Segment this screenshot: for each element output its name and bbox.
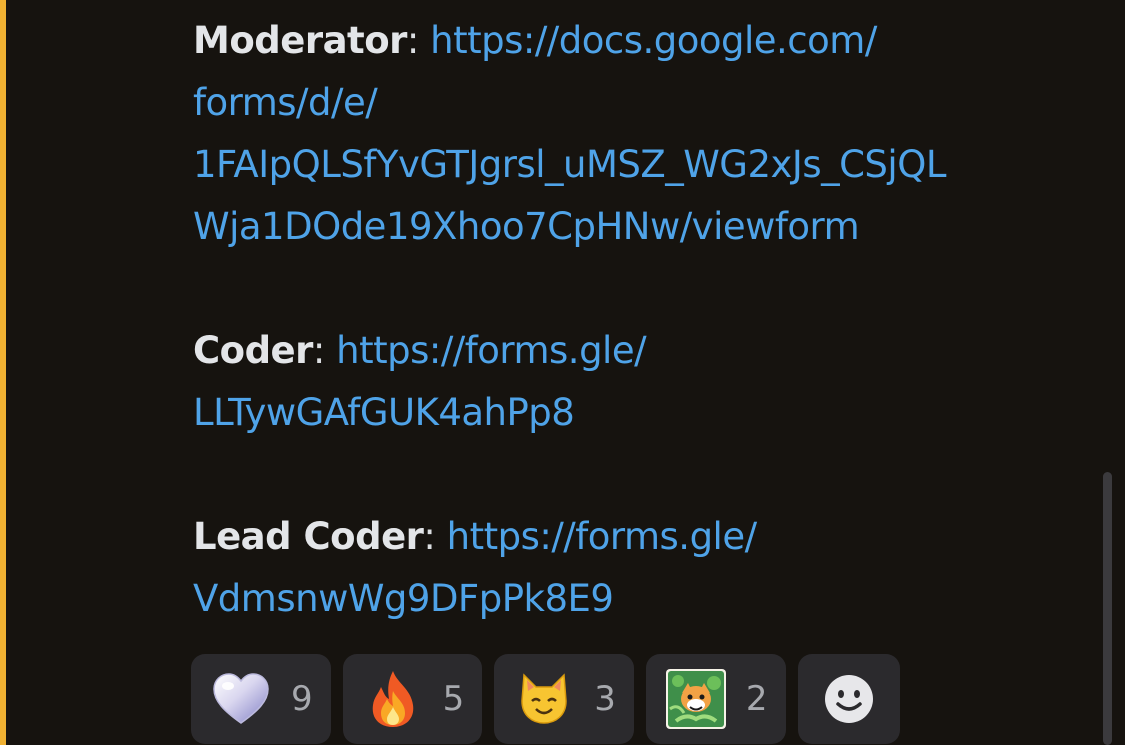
entry-label: Moderator bbox=[193, 19, 407, 62]
link-text-line: 1FAIpQLSfYvGTJgrsl_uMSZ_WG2xJs_CSjQL bbox=[193, 143, 946, 186]
cat-face-icon bbox=[514, 669, 574, 729]
reaction-bar: 9 5 3 2 bbox=[191, 654, 900, 744]
entry-label: Lead Coder bbox=[193, 515, 424, 558]
message-content: Moderator: https://docs.google.com/forms… bbox=[193, 10, 1093, 692]
link-text-line: forms/d/e/ bbox=[193, 81, 378, 124]
custom-emoji-icon bbox=[665, 669, 726, 729]
reaction-count: 5 bbox=[442, 679, 465, 719]
reaction-custom-emoji[interactable]: 2 bbox=[645, 654, 786, 744]
message-entry-lead-coder: Lead Coder: https://forms.gle/VdmsnwWg9D… bbox=[193, 506, 1093, 630]
link-text-line: https://forms.gle/ bbox=[446, 515, 757, 558]
reaction-cat[interactable]: 3 bbox=[494, 654, 634, 744]
link-text-line: Wja1DOde19Xhoo7CpHNw/viewform bbox=[193, 205, 860, 248]
link-text-line: LLTywGAfGUK4ahPp8 bbox=[193, 391, 575, 434]
reaction-heart[interactable]: 9 bbox=[191, 654, 331, 744]
reaction-fire[interactable]: 5 bbox=[342, 654, 483, 744]
reaction-count: 9 bbox=[291, 679, 313, 719]
mention-highlight-bar bbox=[0, 0, 6, 745]
link-text-line: https://forms.gle/ bbox=[336, 329, 647, 372]
reaction-count: 3 bbox=[594, 679, 616, 719]
smiley-add-reaction-icon bbox=[819, 669, 879, 729]
add-reaction-button[interactable] bbox=[797, 654, 900, 744]
link-text-line: VdmsnwWg9DFpPk8E9 bbox=[193, 577, 614, 620]
fire-icon bbox=[363, 669, 423, 729]
entry-separator: : bbox=[406, 19, 431, 62]
entry-label: Coder bbox=[193, 329, 313, 372]
heart-icon bbox=[211, 669, 271, 729]
message-entry-coder: Coder: https://forms.gle/LLTywGAfGUK4ahP… bbox=[193, 320, 1093, 444]
entry-separator: : bbox=[423, 515, 447, 558]
link-text-line: https://docs.google.com/ bbox=[430, 19, 877, 62]
scrollbar-thumb[interactable] bbox=[1103, 472, 1112, 745]
chat-view: Moderator: https://docs.google.com/forms… bbox=[0, 0, 1125, 745]
entry-separator: : bbox=[312, 329, 337, 372]
message-entry-moderator: Moderator: https://docs.google.com/forms… bbox=[193, 10, 1093, 258]
reaction-count: 2 bbox=[745, 679, 768, 719]
